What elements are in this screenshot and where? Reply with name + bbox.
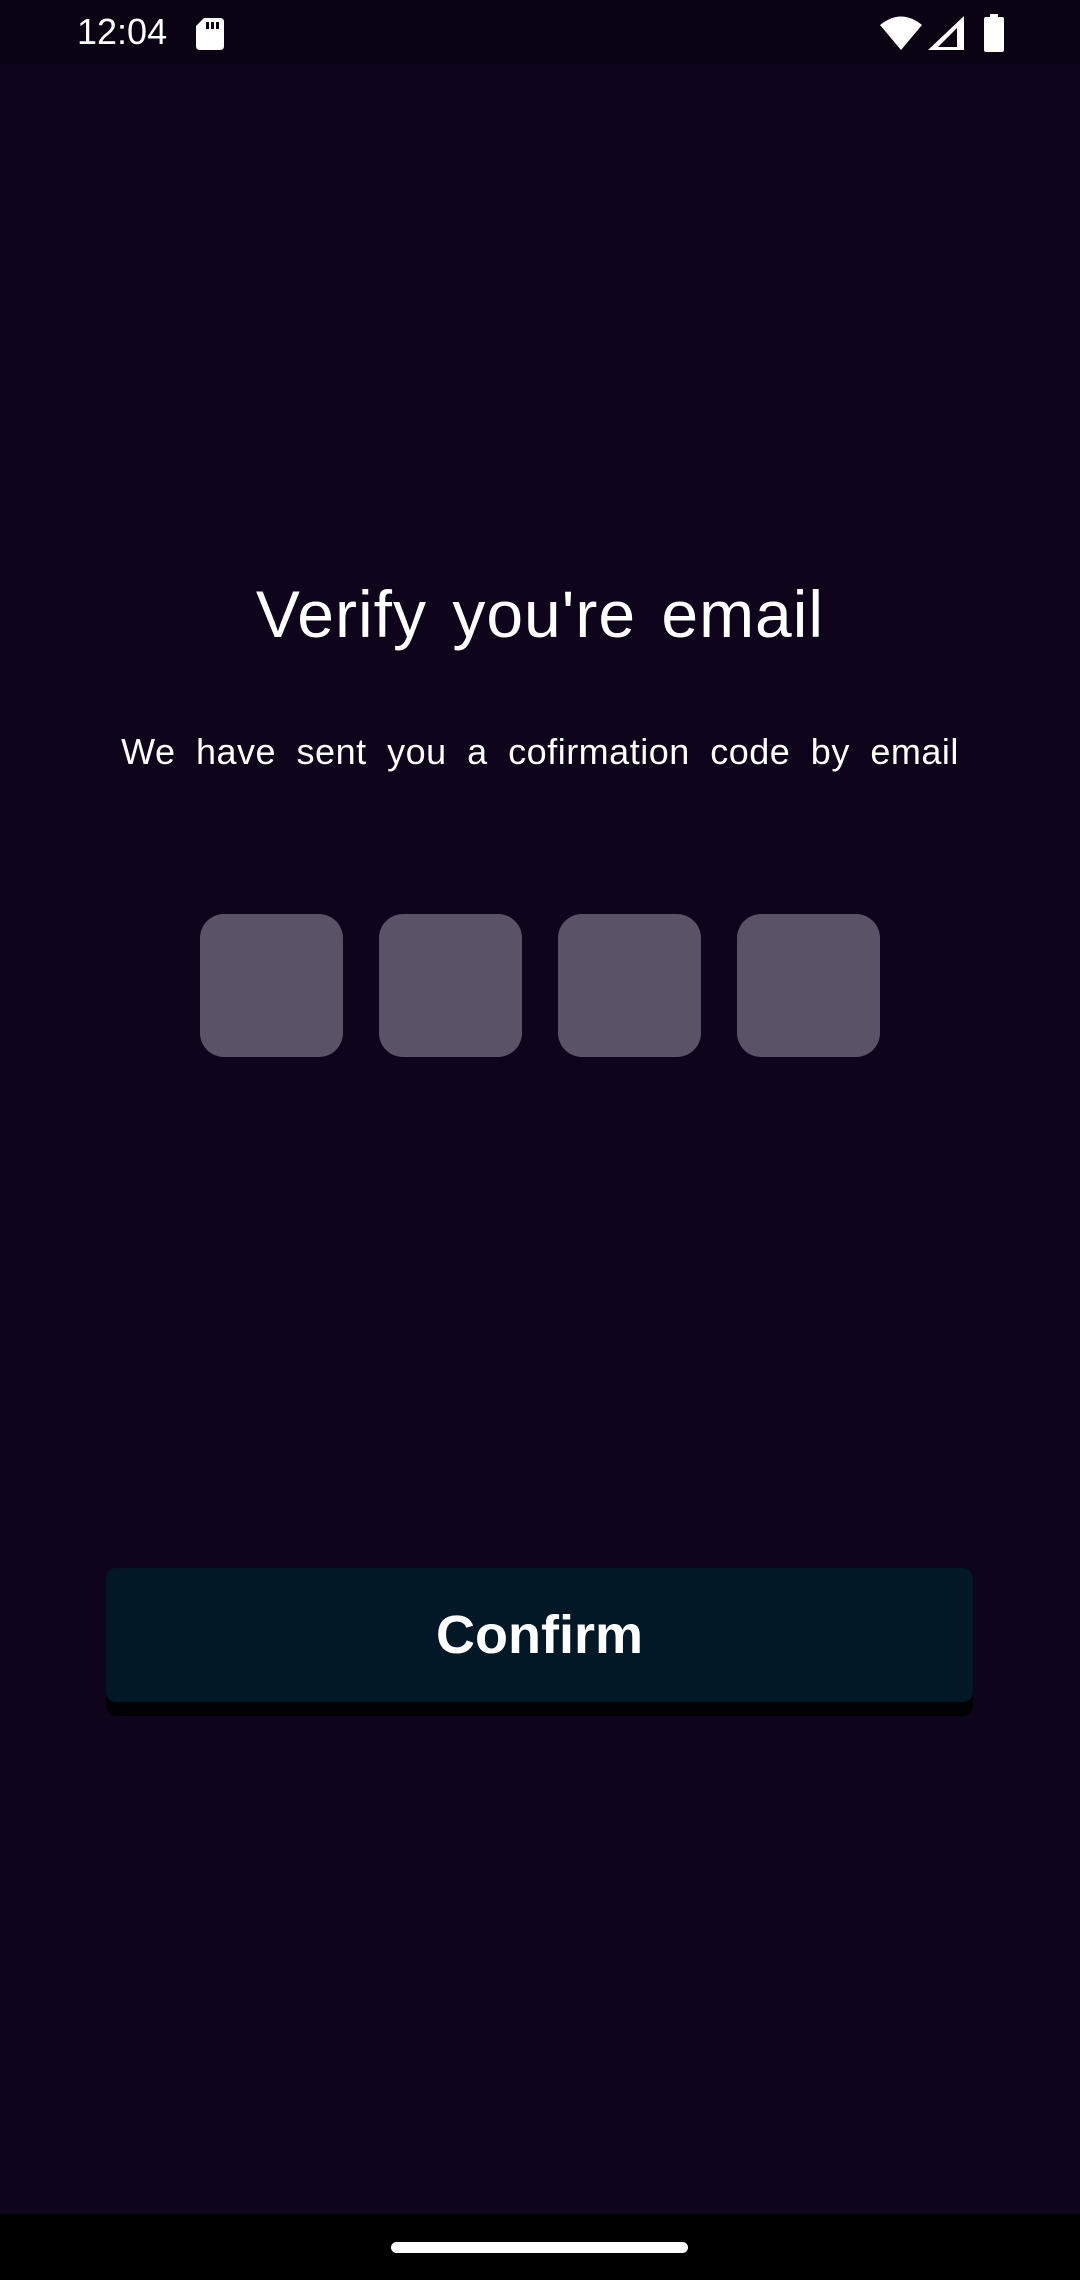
battery-icon [984, 14, 1004, 52]
signal-icon [928, 16, 964, 50]
wifi-icon [880, 16, 922, 50]
subtitle-text: We have sent you a cofirmation code by e… [121, 731, 959, 772]
status-time: 12:04 [77, 11, 168, 52]
code-input-2[interactable] [379, 914, 522, 1057]
page-title: Verify you're email [255, 577, 825, 651]
status-bar: 12:04 [0, 0, 1080, 64]
code-input-4[interactable] [737, 914, 880, 1057]
home-indicator[interactable] [391, 2242, 688, 2253]
sd-card-icon [196, 18, 224, 50]
confirm-button[interactable]: Confirm [106, 1568, 973, 1702]
code-input-3[interactable] [558, 914, 701, 1057]
code-input-1[interactable] [200, 914, 343, 1057]
